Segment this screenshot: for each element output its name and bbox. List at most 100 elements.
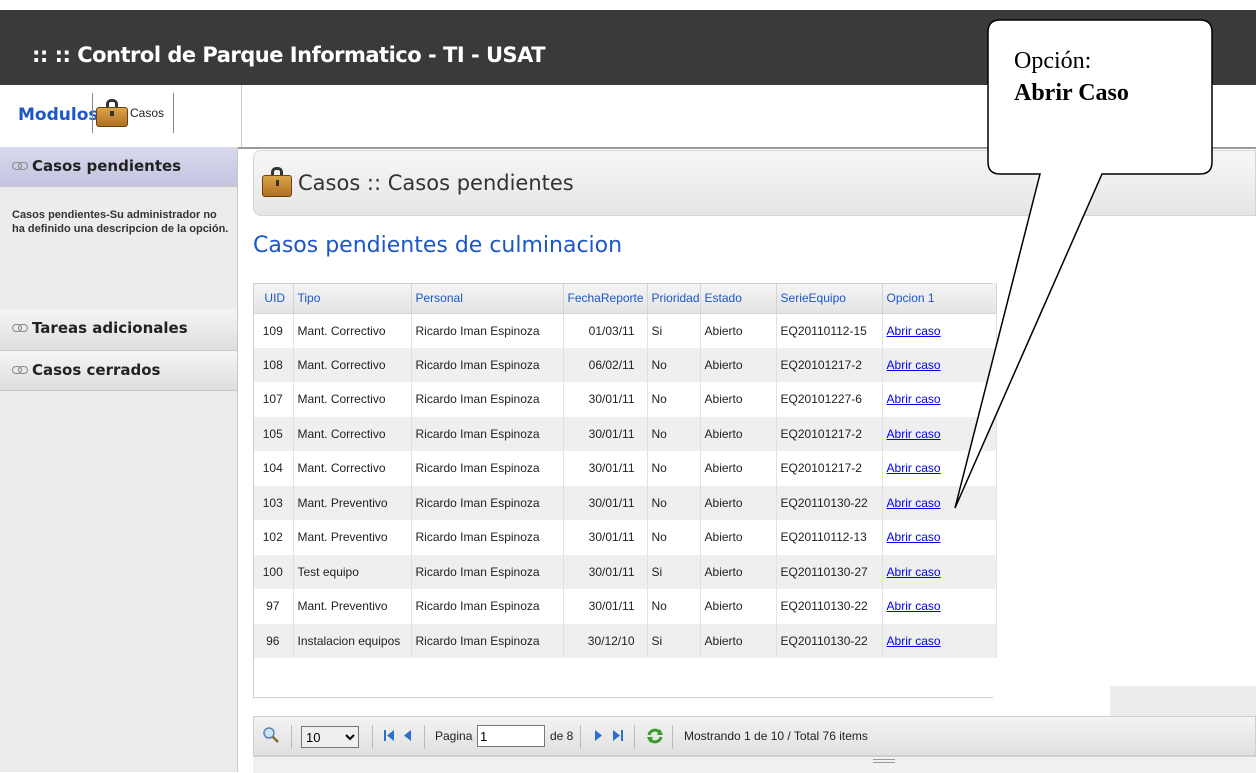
cell-personal: Ricardo Iman Espinoza — [411, 451, 564, 486]
casos-module-button[interactable]: Casos — [96, 94, 171, 132]
cell-prioridad: No — [647, 382, 701, 417]
abrir-caso-link[interactable]: Abrir caso — [887, 427, 941, 441]
table-row[interactable]: 97 Mant. Preventivo Ricardo Iman Espinoza 3… — [253, 589, 997, 624]
cell-prioridad: Si — [647, 313, 701, 348]
cell-tipo: Mant. Correctivo — [293, 451, 412, 486]
abrir-caso-link[interactable]: Abrir caso — [887, 496, 941, 510]
cell-uid: 109 — [253, 313, 294, 348]
cell-uid: 97 — [253, 589, 294, 624]
divider — [672, 725, 673, 749]
callout-line-2: Abrir Caso — [1014, 80, 1129, 106]
briefcase-icon — [96, 99, 128, 127]
sidebar-item-casos-cerrados[interactable]: Casos cerrados — [0, 351, 237, 391]
abrir-caso-link[interactable]: Abrir caso — [887, 461, 941, 475]
cell-estado: Abierto — [700, 382, 777, 417]
next-page-icon[interactable] — [594, 729, 602, 745]
page-number-input[interactable] — [477, 725, 545, 747]
page-label: Pagina — [435, 729, 473, 743]
abrir-caso-link[interactable]: Abrir caso — [887, 324, 941, 338]
cell-opcion-1: Abrir caso — [882, 451, 997, 486]
cell-tipo: Mant. Preventivo — [293, 485, 412, 520]
sidebar-item-casos-pendientes[interactable]: Casos pendientes — [0, 147, 237, 187]
column-header-fechareporte[interactable]: FechaReporte — [563, 283, 648, 314]
cell-estado: Abierto — [700, 520, 777, 555]
cell-uid: 96 — [253, 623, 294, 658]
cell-prioridad: No — [647, 347, 701, 382]
cell-uid: 105 — [253, 416, 294, 451]
table-row[interactable]: 96 Instalacion equipos Ricardo Iman Espino… — [253, 623, 997, 658]
last-page-icon[interactable] — [612, 729, 624, 745]
divider — [424, 725, 425, 749]
cell-opcion-1: Abrir caso — [882, 589, 997, 624]
prev-page-icon[interactable] — [404, 729, 412, 745]
column-header-opcion-1[interactable]: Opcion 1 — [882, 283, 997, 314]
abrir-caso-link[interactable]: Abrir caso — [887, 634, 941, 648]
column-header-serieequipo[interactable]: SerieEquipo — [776, 283, 883, 314]
cell-personal: Ricardo Iman Espinoza — [411, 416, 564, 451]
sidebar-description: Casos pendientes-Su administrador no ha … — [12, 209, 229, 235]
table-row[interactable]: 107 Mant. Correctivo Ricardo Iman Espinoza… — [253, 382, 997, 417]
resize-bar[interactable] — [253, 756, 1256, 773]
divider — [241, 85, 242, 147]
first-page-icon[interactable] — [384, 729, 396, 745]
cell-tipo: Mant. Preventivo — [293, 520, 412, 555]
column-header-personal[interactable]: Personal — [411, 283, 564, 314]
cell-opcion-1: Abrir caso — [882, 554, 997, 589]
cell-prioridad: No — [647, 485, 701, 520]
cell-opcion-1: Abrir caso — [882, 520, 997, 555]
casos-module-label: Casos — [130, 106, 165, 120]
cell-fechareporte: 30/01/11 — [563, 416, 648, 451]
cell-personal: Ricardo Iman Espinoza — [411, 623, 564, 658]
table-row[interactable]: 105 Mant. Correctivo Ricardo Iman Espinoza… — [253, 416, 997, 451]
table-row[interactable]: 108 Mant. Correctivo Ricardo Iman Espinoza… — [253, 347, 997, 382]
callout-line-1: Opción: — [1014, 48, 1092, 74]
abrir-caso-link[interactable]: Abrir caso — [887, 565, 941, 579]
cell-serieequipo: EQ20110130-22 — [776, 485, 883, 520]
cell-serieequipo: EQ20101217-2 — [776, 451, 883, 486]
cell-opcion-1: Abrir caso — [882, 347, 997, 382]
cell-fechareporte: 01/03/11 — [563, 313, 648, 348]
cell-serieequipo: EQ20101227-6 — [776, 382, 883, 417]
refresh-icon[interactable] — [646, 727, 664, 748]
table-header-row: UID Tipo Personal FechaReporte Prioridad… — [253, 283, 997, 314]
table-row[interactable]: 103 Mant. Preventivo Ricardo Iman Espinoza… — [253, 485, 997, 520]
cell-personal: Ricardo Iman Espinoza — [411, 520, 564, 555]
cell-tipo: Mant. Correctivo — [293, 347, 412, 382]
sidebar-item-label: Casos cerrados — [32, 361, 161, 379]
column-header-estado[interactable]: Estado — [700, 283, 777, 314]
cell-serieequipo: EQ20101217-2 — [776, 347, 883, 382]
table-row[interactable]: 104 Mant. Correctivo Ricardo Iman Espinoza… — [253, 451, 997, 486]
abrir-caso-link[interactable]: Abrir caso — [887, 530, 941, 544]
rows-per-page-select[interactable]: 10 — [301, 726, 359, 748]
abrir-caso-link[interactable]: Abrir caso — [887, 358, 941, 372]
column-header-prioridad[interactable]: Prioridad — [647, 283, 701, 314]
cell-uid: 100 — [253, 554, 294, 589]
table-row[interactable]: 102 Mant. Preventivo Ricardo Iman Espinoza… — [253, 520, 997, 555]
cell-fechareporte: 06/02/11 — [563, 347, 648, 382]
cell-uid: 103 — [253, 485, 294, 520]
cell-personal: Ricardo Iman Espinoza — [411, 382, 564, 417]
column-header-uid[interactable]: UID — [253, 283, 294, 314]
cell-estado: Abierto — [700, 623, 777, 658]
modulos-label[interactable]: Modulos — [18, 105, 99, 125]
table-row[interactable]: 100 Test equipo Ricardo Iman Espinoza 30/01… — [253, 554, 997, 589]
cell-tipo: Mant. Correctivo — [293, 416, 412, 451]
divider — [580, 725, 581, 749]
cell-tipo: Mant. Correctivo — [293, 382, 412, 417]
cell-fechareporte: 30/01/11 — [563, 382, 648, 417]
sidebar-item-tareas-adicionales[interactable]: Tareas adicionales — [0, 309, 237, 351]
cell-fechareporte: 30/01/11 — [563, 485, 648, 520]
abrir-caso-link[interactable]: Abrir caso — [887, 599, 941, 613]
abrir-caso-link[interactable]: Abrir caso — [887, 392, 941, 406]
search-icon[interactable] — [262, 726, 280, 747]
divider — [372, 725, 373, 749]
resize-grip-icon[interactable] — [873, 759, 895, 763]
column-header-tipo[interactable]: Tipo — [293, 283, 412, 314]
link-chain-icon — [12, 366, 28, 374]
cell-personal: Ricardo Iman Espinoza — [411, 485, 564, 520]
sidebar-item-label: Casos pendientes — [32, 157, 182, 175]
table-row[interactable]: 109 Mant. Correctivo Ricardo Iman Espinoza… — [253, 313, 997, 348]
content-header: Casos :: Casos pendientes — [253, 150, 1256, 216]
cell-uid: 107 — [253, 382, 294, 417]
cell-prioridad: No — [647, 520, 701, 555]
